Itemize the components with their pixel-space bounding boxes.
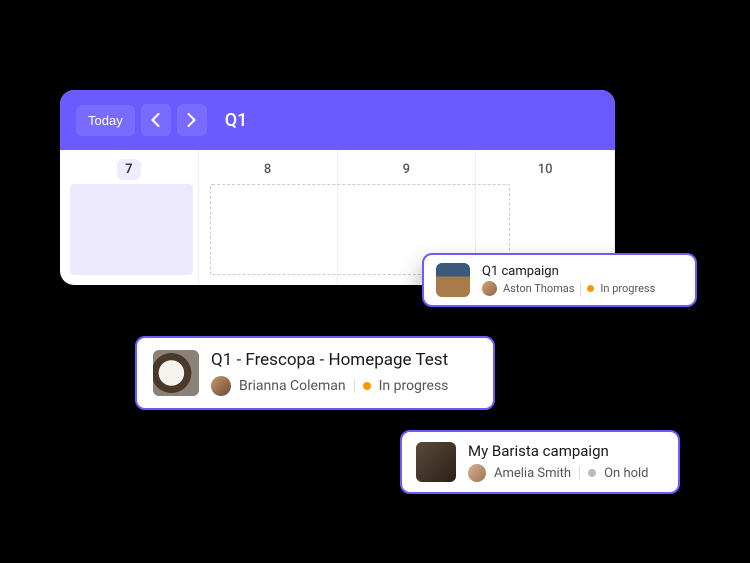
avatar	[482, 281, 497, 296]
day-number: 10	[530, 159, 561, 180]
campaign-card[interactable]: Q1 - Frescopa - Homepage Test Brianna Co…	[135, 336, 495, 410]
card-owner: Brianna Coleman	[239, 378, 346, 394]
card-title: Q1 campaign	[482, 264, 655, 279]
card-meta: Amelia Smith On hold	[468, 464, 649, 482]
divider	[579, 466, 580, 480]
card-owner: Aston Thomas	[503, 282, 574, 295]
card-status: In progress	[600, 282, 655, 295]
divider	[354, 379, 355, 393]
card-body: My Barista campaign Amelia Smith On hold	[468, 442, 649, 482]
calendar-header: Today Q1	[60, 90, 615, 150]
today-button[interactable]: Today	[76, 105, 135, 136]
chevron-right-icon	[187, 113, 196, 127]
campaign-card[interactable]: Q1 campaign Aston Thomas In progress	[422, 253, 697, 307]
card-status: In progress	[379, 378, 449, 394]
card-meta: Aston Thomas In progress	[482, 281, 655, 296]
day-number: 8	[256, 159, 279, 180]
prev-button[interactable]	[141, 104, 171, 136]
day-number: 9	[395, 159, 418, 180]
status-dot-icon	[588, 469, 596, 477]
avatar	[468, 464, 486, 482]
card-meta: Brianna Coleman In progress	[211, 376, 448, 396]
status-dot-icon	[587, 285, 594, 292]
chevron-left-icon	[151, 113, 160, 127]
card-title: Q1 - Frescopa - Homepage Test	[211, 350, 448, 370]
next-button[interactable]	[177, 104, 207, 136]
card-body: Q1 campaign Aston Thomas In progress	[482, 264, 655, 296]
divider	[580, 282, 581, 296]
card-thumbnail	[416, 442, 456, 482]
card-body: Q1 - Frescopa - Homepage Test Brianna Co…	[211, 350, 448, 396]
card-thumbnail	[153, 350, 199, 396]
campaign-card[interactable]: My Barista campaign Amelia Smith On hold	[400, 430, 680, 494]
status-dot-icon	[363, 382, 371, 390]
card-thumbnail	[436, 263, 470, 297]
period-title: Q1	[225, 110, 248, 131]
card-owner: Amelia Smith	[494, 466, 571, 481]
avatar	[211, 376, 231, 396]
card-status: On hold	[604, 466, 648, 481]
day-number: 7	[117, 159, 140, 180]
selected-day-block	[70, 184, 193, 275]
day-column[interactable]: 7	[60, 150, 199, 285]
card-title: My Barista campaign	[468, 442, 649, 460]
